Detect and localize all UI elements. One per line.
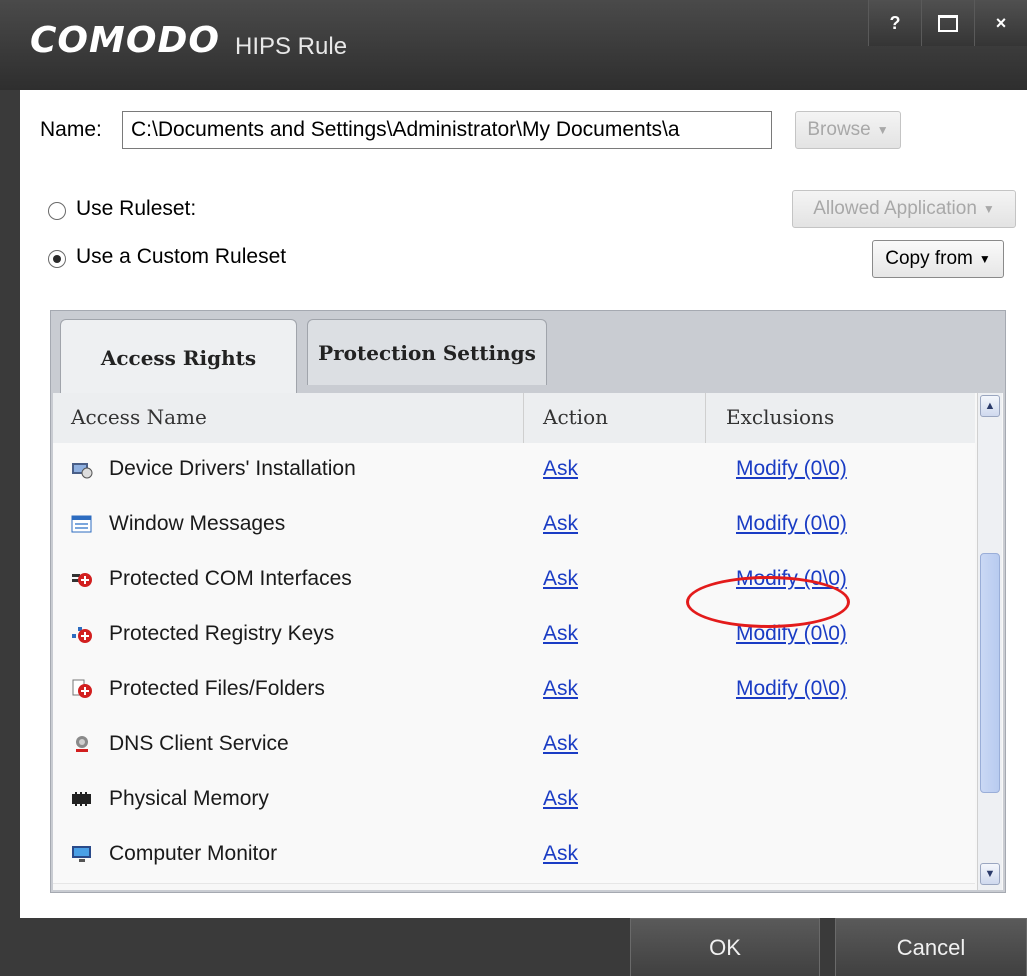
brand-logo: COMODO: [30, 20, 220, 61]
table-row[interactable]: Physical Memory Ask: [53, 773, 975, 829]
rules-panel: Access Rights Protection Settings Access…: [50, 310, 1006, 893]
use-ruleset-radio[interactable]: [48, 202, 66, 220]
column-header-access-name[interactable]: Access Name: [71, 405, 207, 429]
column-divider: [705, 393, 706, 443]
maximize-icon: [938, 14, 958, 32]
window-controls: ? ×: [868, 0, 1027, 46]
monitor-icon: [72, 846, 91, 862]
exclusions-link[interactable]: Modify (0\0): [736, 512, 847, 536]
use-custom-ruleset-radio[interactable]: [48, 250, 66, 268]
access-name: DNS Client Service: [109, 732, 289, 755]
chevron-down-icon: ▼: [982, 202, 995, 216]
action-link[interactable]: Ask: [543, 512, 578, 536]
maximize-button[interactable]: [921, 0, 974, 46]
action-link[interactable]: Ask: [543, 732, 578, 756]
close-button[interactable]: ×: [974, 0, 1027, 46]
vertical-scrollbar[interactable]: ▲ ▼: [977, 393, 1002, 890]
column-header-action[interactable]: Action: [543, 405, 608, 429]
table-row[interactable]: Computer Monitor Ask: [53, 828, 975, 884]
cancel-button[interactable]: Cancel: [835, 918, 1027, 976]
protected-files-icon: [72, 679, 92, 698]
highlight-annotation: [686, 576, 850, 628]
tab-protection-settings[interactable]: Protection Settings: [307, 319, 547, 385]
table-row[interactable]: Device Drivers' Installation Ask Modify …: [53, 443, 975, 499]
chevron-down-icon: ▼: [876, 123, 889, 137]
access-name: Protected COM Interfaces: [109, 567, 352, 590]
table-row[interactable]: DNS Client Service Ask: [53, 718, 975, 774]
use-ruleset-label: Use Ruleset:: [76, 197, 197, 220]
table-row[interactable]: Protected Registry Keys Ask Modify (0\0): [53, 608, 975, 664]
window-title: HIPS Rule: [235, 33, 348, 60]
table-row[interactable]: Window Messages Ask Modify (0\0): [53, 498, 975, 554]
title-bar: COMODO HIPS Rule ? ×: [0, 0, 1027, 90]
window-icon: [71, 515, 92, 533]
action-link[interactable]: Ask: [543, 622, 578, 646]
dialog-footer: OK Cancel: [0, 918, 1027, 976]
hips-rule-dialog: Name: C:\Documents and Settings\Administ…: [20, 90, 1027, 918]
access-name: Protected Files/Folders: [109, 677, 325, 700]
device-driver-icon: [72, 463, 93, 479]
action-link[interactable]: Ask: [543, 457, 578, 481]
access-name: Computer Monitor: [109, 842, 278, 865]
access-name: Device Drivers' Installation: [109, 457, 356, 480]
name-field[interactable]: C:\Documents and Settings\Administrator\…: [122, 111, 772, 149]
copy-from-button[interactable]: Copy from ▼: [872, 240, 1004, 278]
access-rights-table: Access Name Action Exclusions Device Dri…: [53, 393, 1003, 890]
column-divider: [523, 393, 524, 443]
scroll-down-button[interactable]: ▼: [980, 863, 1000, 885]
help-button[interactable]: ?: [868, 0, 921, 46]
action-link[interactable]: Ask: [543, 677, 578, 701]
access-name: Physical Memory: [109, 787, 269, 810]
browse-button[interactable]: Browse ▼: [795, 111, 901, 149]
com-interface-icon: [72, 573, 92, 587]
table-row[interactable]: Protected Files/Folders Ask Modify (0\0): [53, 663, 975, 719]
name-label: Name:: [40, 118, 102, 141]
column-header-exclusions[interactable]: Exclusions: [726, 405, 834, 429]
copy-from-label: Copy from: [885, 248, 973, 269]
use-custom-ruleset-label: Use a Custom Ruleset: [76, 245, 287, 268]
ruleset-dropdown-value: Allowed Application: [813, 198, 977, 219]
ruleset-dropdown[interactable]: Allowed Application ▼: [792, 190, 1016, 228]
exclusions-link[interactable]: Modify (0\0): [736, 457, 847, 481]
dns-icon: [76, 736, 88, 752]
action-link[interactable]: Ask: [543, 787, 578, 811]
chevron-down-icon: ▼: [978, 252, 991, 266]
memory-icon: [72, 792, 91, 806]
tab-access-rights[interactable]: Access Rights: [60, 319, 297, 395]
action-link[interactable]: Ask: [543, 567, 578, 591]
access-name: Protected Registry Keys: [109, 622, 335, 645]
access-name: Window Messages: [109, 512, 286, 535]
browse-label: Browse: [807, 119, 871, 140]
table-header: Access Name Action Exclusions: [53, 393, 975, 444]
action-link[interactable]: Ask: [543, 842, 578, 866]
ok-button[interactable]: OK: [630, 918, 820, 976]
scroll-up-button[interactable]: ▲: [980, 395, 1000, 417]
registry-icon: [72, 627, 92, 643]
exclusions-link[interactable]: Modify (0\0): [736, 677, 847, 701]
scroll-thumb[interactable]: [980, 553, 1000, 793]
